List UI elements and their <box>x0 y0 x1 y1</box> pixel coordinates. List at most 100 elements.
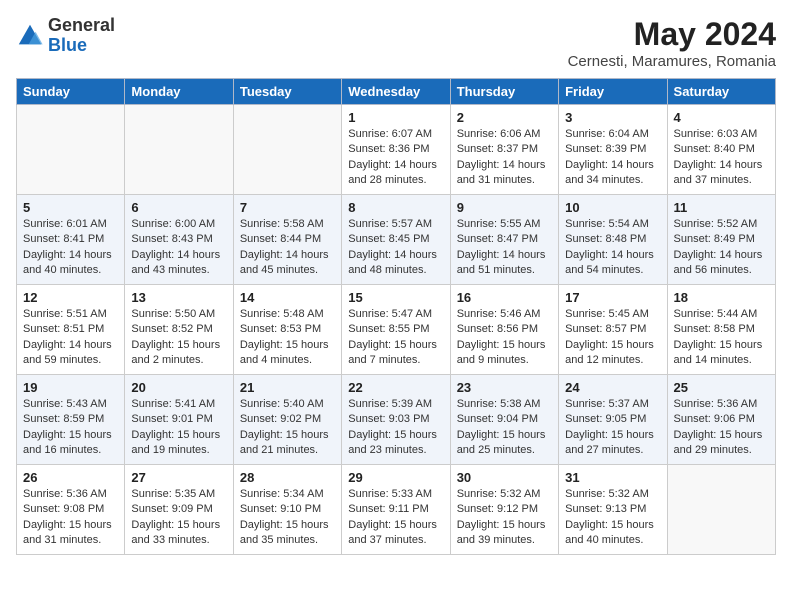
calendar-cell: 2 Sunrise: 6:06 AM Sunset: 8:37 PM Daylig… <box>450 105 558 195</box>
day-number: 31 <box>565 470 660 485</box>
calendar-week: 19 Sunrise: 5:43 AM Sunset: 8:59 PM Dayli… <box>17 375 776 465</box>
calendar-cell: 27Sunrise: 5:35 AM Sunset: 9:09 PM Dayli… <box>125 465 233 555</box>
calendar-cell: 5Sunrise: 6:01 AM Sunset: 8:41 PM Daylig… <box>17 195 125 285</box>
calendar-cell: 13Sunrise: 5:50 AM Sunset: 8:52 PM Dayli… <box>125 285 233 375</box>
calendar-cell: 26Sunrise: 5:36 AM Sunset: 9:08 PM Dayli… <box>17 465 125 555</box>
calendar-cell: 19 Sunrise: 5:43 AM Sunset: 8:59 PM Dayli… <box>17 375 125 465</box>
day-number: 8 <box>348 200 443 215</box>
calendar-cell: 1 Sunrise: 6:07 AM Sunset: 8:36 PM Daylig… <box>342 105 450 195</box>
weekday-header: Tuesday <box>233 79 341 105</box>
day-info: Sunrise: 5:51 AM Sunset: 8:51 PM Dayligh… <box>23 307 118 369</box>
day-info: Sunrise: 5:40 AM Sunset: 9:02 PM Dayligh… <box>240 397 335 459</box>
calendar-cell: 3 Sunrise: 6:04 AM Sunset: 8:39 PM Daylig… <box>559 105 667 195</box>
day-info: Sunrise: 5:37 AM Sunset: 9:05 PM Dayligh… <box>565 397 660 459</box>
calendar-cell: 4 Sunrise: 6:03 AM Sunset: 8:40 PM Daylig… <box>667 105 775 195</box>
calendar-cell: 12 Sunrise: 5:51 AM Sunset: 8:51 PM Dayli… <box>17 285 125 375</box>
day-number: 27 <box>131 470 226 485</box>
logo-blue: Blue <box>48 36 115 56</box>
day-number: 19 <box>23 380 118 395</box>
weekday-header: Wednesday <box>342 79 450 105</box>
day-number: 17 <box>565 290 660 305</box>
header: General Blue May 2024 Cernesti, Maramure… <box>16 16 776 70</box>
calendar-cell: 14 Sunrise: 5:48 AM Sunset: 8:53 PM Dayli… <box>233 285 341 375</box>
day-info: Sunrise: 6:04 AM Sunset: 8:39 PM Dayligh… <box>565 127 660 189</box>
day-number: 28 <box>240 470 335 485</box>
calendar-cell: 16 Sunrise: 5:46 AM Sunset: 8:56 PM Dayli… <box>450 285 558 375</box>
logo: General Blue <box>16 16 115 56</box>
day-info: Sunrise: 5:32 AM Sunset: 9:13 PM Dayligh… <box>565 487 660 549</box>
calendar-cell <box>17 105 125 195</box>
day-info: Sunrise: 5:48 AM Sunset: 8:53 PM Dayligh… <box>240 307 335 369</box>
day-number: 6 <box>131 200 226 215</box>
day-number: 25 <box>674 380 769 395</box>
calendar-cell <box>125 105 233 195</box>
calendar-cell: 21 Sunrise: 5:40 AM Sunset: 9:02 PM Dayli… <box>233 375 341 465</box>
weekday-header: Friday <box>559 79 667 105</box>
calendar-cell: 29Sunrise: 5:33 AM Sunset: 9:11 PM Dayli… <box>342 465 450 555</box>
day-number: 23 <box>457 380 552 395</box>
day-info: Sunrise: 6:07 AM Sunset: 8:36 PM Dayligh… <box>348 127 443 189</box>
calendar-cell: 17 Sunrise: 5:45 AM Sunset: 8:57 PM Dayli… <box>559 285 667 375</box>
calendar-week: 5Sunrise: 6:01 AM Sunset: 8:41 PM Daylig… <box>17 195 776 285</box>
day-number: 22 <box>348 380 443 395</box>
day-number: 11 <box>674 200 769 215</box>
calendar-cell: 25 Sunrise: 5:36 AM Sunset: 9:06 PM Dayli… <box>667 375 775 465</box>
day-info: Sunrise: 5:46 AM Sunset: 8:56 PM Dayligh… <box>457 307 552 369</box>
calendar-week: 1 Sunrise: 6:07 AM Sunset: 8:36 PM Daylig… <box>17 105 776 195</box>
day-number: 30 <box>457 470 552 485</box>
day-number: 2 <box>457 110 552 125</box>
weekday-header: Monday <box>125 79 233 105</box>
day-info: Sunrise: 6:03 AM Sunset: 8:40 PM Dayligh… <box>674 127 769 189</box>
calendar-cell: 6 Sunrise: 6:00 AM Sunset: 8:43 PM Daylig… <box>125 195 233 285</box>
weekday-header: Thursday <box>450 79 558 105</box>
day-number: 14 <box>240 290 335 305</box>
day-number: 21 <box>240 380 335 395</box>
day-info: Sunrise: 5:32 AM Sunset: 9:12 PM Dayligh… <box>457 487 552 549</box>
day-info: Sunrise: 6:01 AM Sunset: 8:41 PM Dayligh… <box>23 217 118 279</box>
day-info: Sunrise: 6:06 AM Sunset: 8:37 PM Dayligh… <box>457 127 552 189</box>
calendar-cell: 20Sunrise: 5:41 AM Sunset: 9:01 PM Dayli… <box>125 375 233 465</box>
day-number: 1 <box>348 110 443 125</box>
day-info: Sunrise: 5:36 AM Sunset: 9:08 PM Dayligh… <box>23 487 118 549</box>
day-number: 7 <box>240 200 335 215</box>
day-info: Sunrise: 5:38 AM Sunset: 9:04 PM Dayligh… <box>457 397 552 459</box>
day-info: Sunrise: 5:50 AM Sunset: 8:52 PM Dayligh… <box>131 307 226 369</box>
day-info: Sunrise: 5:43 AM Sunset: 8:59 PM Dayligh… <box>23 397 118 459</box>
calendar-cell: 24Sunrise: 5:37 AM Sunset: 9:05 PM Dayli… <box>559 375 667 465</box>
calendar-week: 26Sunrise: 5:36 AM Sunset: 9:08 PM Dayli… <box>17 465 776 555</box>
day-number: 10 <box>565 200 660 215</box>
calendar-body: 1 Sunrise: 6:07 AM Sunset: 8:36 PM Daylig… <box>17 105 776 555</box>
calendar-header: SundayMondayTuesdayWednesdayThursdayFrid… <box>17 79 776 105</box>
calendar-cell: 7Sunrise: 5:58 AM Sunset: 8:44 PM Daylig… <box>233 195 341 285</box>
day-info: Sunrise: 6:00 AM Sunset: 8:43 PM Dayligh… <box>131 217 226 279</box>
location: Cernesti, Maramures, Romania <box>568 53 776 70</box>
day-info: Sunrise: 5:41 AM Sunset: 9:01 PM Dayligh… <box>131 397 226 459</box>
calendar-cell: 31 Sunrise: 5:32 AM Sunset: 9:13 PM Dayli… <box>559 465 667 555</box>
calendar-cell: 28 Sunrise: 5:34 AM Sunset: 9:10 PM Dayli… <box>233 465 341 555</box>
day-number: 12 <box>23 290 118 305</box>
logo-general: General <box>48 16 115 36</box>
day-info: Sunrise: 5:34 AM Sunset: 9:10 PM Dayligh… <box>240 487 335 549</box>
day-info: Sunrise: 5:55 AM Sunset: 8:47 PM Dayligh… <box>457 217 552 279</box>
calendar-cell <box>667 465 775 555</box>
day-number: 18 <box>674 290 769 305</box>
calendar-cell: 18 Sunrise: 5:44 AM Sunset: 8:58 PM Dayli… <box>667 285 775 375</box>
day-info: Sunrise: 5:44 AM Sunset: 8:58 PM Dayligh… <box>674 307 769 369</box>
day-info: Sunrise: 5:54 AM Sunset: 8:48 PM Dayligh… <box>565 217 660 279</box>
calendar-cell: 8Sunrise: 5:57 AM Sunset: 8:45 PM Daylig… <box>342 195 450 285</box>
day-info: Sunrise: 5:36 AM Sunset: 9:06 PM Dayligh… <box>674 397 769 459</box>
calendar-cell: 11Sunrise: 5:52 AM Sunset: 8:49 PM Dayli… <box>667 195 775 285</box>
month-year: May 2024 <box>568 16 776 53</box>
day-number: 3 <box>565 110 660 125</box>
day-info: Sunrise: 5:39 AM Sunset: 9:03 PM Dayligh… <box>348 397 443 459</box>
day-number: 29 <box>348 470 443 485</box>
calendar: SundayMondayTuesdayWednesdayThursdayFrid… <box>16 78 776 555</box>
calendar-cell: 10 Sunrise: 5:54 AM Sunset: 8:48 PM Dayli… <box>559 195 667 285</box>
day-number: 16 <box>457 290 552 305</box>
calendar-cell: 9Sunrise: 5:55 AM Sunset: 8:47 PM Daylig… <box>450 195 558 285</box>
day-number: 4 <box>674 110 769 125</box>
calendar-cell <box>233 105 341 195</box>
calendar-cell: 22 Sunrise: 5:39 AM Sunset: 9:03 PM Dayli… <box>342 375 450 465</box>
day-info: Sunrise: 5:45 AM Sunset: 8:57 PM Dayligh… <box>565 307 660 369</box>
weekday-header: Sunday <box>17 79 125 105</box>
